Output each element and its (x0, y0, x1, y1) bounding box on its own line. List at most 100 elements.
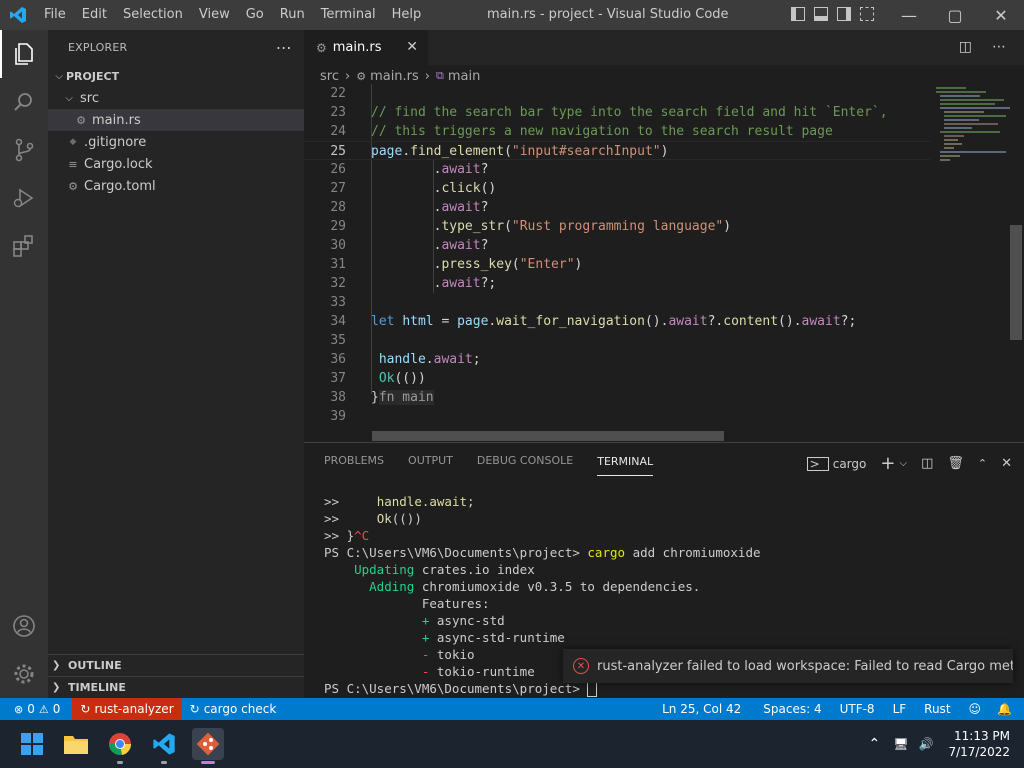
tree-item-cargo-toml[interactable]: ⚙ Cargo.toml (48, 175, 304, 197)
terminal-name[interactable]: cargo (833, 457, 867, 471)
project-folder-header[interactable]: ⌵ PROJECT (48, 65, 304, 87)
cursor-position[interactable]: Ln 25, Col 42 (654, 698, 755, 720)
code-line[interactable]: 33 (304, 293, 930, 312)
encoding[interactable]: UTF-8 (832, 698, 885, 720)
code-line[interactable]: 24 // this triggers a new navigation to t… (304, 122, 930, 141)
code-line[interactable]: 25 page.find_element("input#searchInput") (304, 141, 930, 160)
toggle-secondary-sidebar-icon[interactable] (837, 7, 851, 21)
line-number: 38 (330, 390, 346, 405)
maximize-panel-icon[interactable]: ⌃ (978, 457, 987, 470)
outline-section[interactable]: ❯ OUTLINE (48, 654, 304, 676)
explorer-icon[interactable] (0, 30, 48, 78)
tree-item-gitignore[interactable]: ◆ .gitignore (48, 131, 304, 153)
running-indicator (201, 761, 215, 764)
maximize-icon[interactable]: ▢ (932, 0, 978, 30)
extensions-icon[interactable] (0, 222, 48, 270)
code-line[interactable]: 35 (304, 331, 930, 350)
menu-edit[interactable]: Edit (74, 0, 115, 30)
menu-selection[interactable]: Selection (115, 0, 191, 30)
tab-problems[interactable]: PROBLEMS (324, 454, 384, 467)
menu-terminal[interactable]: Terminal (313, 0, 384, 30)
minimize-icon[interactable]: — (886, 0, 932, 30)
git-tool-icon[interactable] (192, 728, 224, 764)
code-line[interactable]: 27 .click() (304, 179, 930, 198)
split-editor-icon[interactable]: ◫ (959, 39, 972, 55)
breadcrumb-file[interactable]: main.rs (370, 69, 419, 84)
close-window-icon[interactable]: ✕ (978, 0, 1024, 30)
code-line[interactable]: 31 .press_key("Enter") (304, 255, 930, 274)
code-line[interactable]: 28 .await? (304, 198, 930, 217)
close-tab-icon[interactable]: ✕ (406, 39, 418, 55)
code-line[interactable]: 38}fn main (304, 388, 930, 407)
menu-view[interactable]: View (191, 0, 238, 30)
tab-debug-console[interactable]: DEBUG CONSOLE (477, 454, 573, 467)
code-line[interactable]: 29 .type_str("Rust programming language"… (304, 217, 930, 236)
language-mode[interactable]: Rust (916, 698, 960, 720)
explorer-header: EXPLORER ⋯ (48, 30, 304, 65)
editor-vertical-scrollbar[interactable] (1010, 225, 1022, 340)
close-panel-icon[interactable]: ✕ (1001, 456, 1012, 471)
tree-item-src[interactable]: ⌵ src (48, 87, 304, 109)
chevron-up-icon[interactable]: ⌃ (861, 736, 889, 752)
more-actions-icon[interactable]: ⋯ (992, 39, 1006, 55)
new-terminal-icon[interactable]: + (880, 453, 895, 474)
code-line[interactable]: 34 let html = page.wait_for_navigation().… (304, 312, 930, 331)
menu-run[interactable]: Run (272, 0, 313, 30)
breadcrumb-src[interactable]: src (320, 69, 339, 84)
vscode-taskbar-icon[interactable] (148, 728, 180, 764)
network-icon[interactable]: 🖥 (888, 737, 913, 751)
file-explorer-icon[interactable] (60, 728, 92, 760)
code-line[interactable]: 23 // find the search bar type into the s… (304, 103, 930, 122)
tree-item-main-rs[interactable]: ⚙ main.rs (48, 109, 304, 131)
manage-gear-icon[interactable] (0, 650, 48, 698)
tree-item-cargo-lock[interactable]: ≡ Cargo.lock (48, 153, 304, 175)
breadcrumb-symbol[interactable]: main (448, 69, 480, 84)
menu-go[interactable]: Go (238, 0, 272, 30)
code-line[interactable]: 36 handle.await; (304, 350, 930, 369)
volume-icon[interactable]: 🔊 (914, 737, 939, 751)
start-windows-icon[interactable] (16, 728, 48, 760)
code-line[interactable]: 32 .await?; (304, 274, 930, 293)
source-control-icon[interactable] (0, 126, 48, 174)
more-actions-icon[interactable]: ⋯ (276, 38, 292, 57)
end-of-line[interactable]: LF (885, 698, 917, 720)
code-editor[interactable]: 22 23 // find the search bar type into the… (304, 84, 930, 442)
tab-terminal[interactable]: TERMINAL (597, 446, 654, 476)
terminal-line: Updating crates.io index (354, 562, 535, 577)
error-notification[interactable]: ✕ rust-analyzer failed to load workspace… (563, 649, 1013, 683)
chevron-down-icon[interactable]: ⌵ (899, 458, 907, 469)
editor-horizontal-scrollbar[interactable] (372, 431, 724, 441)
notifications-bell-icon[interactable]: 🔔 (989, 698, 1024, 720)
toggle-primary-sidebar-icon[interactable] (791, 7, 805, 21)
clock[interactable]: 11:13 PM 7/17/2022 (938, 728, 1024, 760)
line-number: 22 (330, 86, 346, 101)
code-line[interactable]: 30 .await? (304, 236, 930, 255)
rust-analyzer-status[interactable]: ↻ rust-analyzer (72, 698, 182, 720)
terminal-line: >> }^C (324, 528, 370, 543)
explorer-sidebar: EXPLORER ⋯ ⌵ PROJECT ⌵ src ⚙ main.rs ◆ .… (48, 30, 304, 698)
customize-layout-icon[interactable] (860, 7, 874, 21)
code-line[interactable]: 37 Ok(()) (304, 369, 930, 388)
accounts-icon[interactable] (0, 602, 48, 650)
code-line[interactable]: 26 .await? (304, 160, 930, 179)
run-and-debug-icon[interactable] (0, 174, 48, 222)
tree-item-label: src (80, 90, 99, 106)
problems-status[interactable]: ⊗ 0 ⚠ 0 (0, 698, 68, 720)
code-line[interactable]: 22 (304, 84, 930, 103)
menu-file[interactable]: File (36, 0, 74, 30)
kill-terminal-icon[interactable]: 🗑 (947, 456, 964, 471)
menu-help[interactable]: Help (384, 0, 430, 30)
indentation[interactable]: Spaces: 4 (755, 698, 831, 720)
tab-main-rs[interactable]: ⚙ main.rs ✕ (304, 30, 428, 65)
split-terminal-icon[interactable]: ◫ (921, 456, 933, 471)
toggle-panel-icon[interactable] (814, 7, 828, 21)
chrome-icon[interactable] (104, 728, 136, 764)
code-line[interactable]: 39 (304, 407, 930, 426)
timeline-section[interactable]: ❯ TIMELINE (48, 676, 304, 698)
minimap[interactable] (930, 84, 1010, 174)
search-icon[interactable] (0, 78, 48, 126)
cargo-check-status[interactable]: ↻ cargo check (182, 698, 285, 720)
tab-output[interactable]: OUTPUT (408, 454, 453, 467)
code-text: handle.await; (378, 352, 481, 367)
feedback-icon[interactable]: ☺ (961, 698, 990, 720)
